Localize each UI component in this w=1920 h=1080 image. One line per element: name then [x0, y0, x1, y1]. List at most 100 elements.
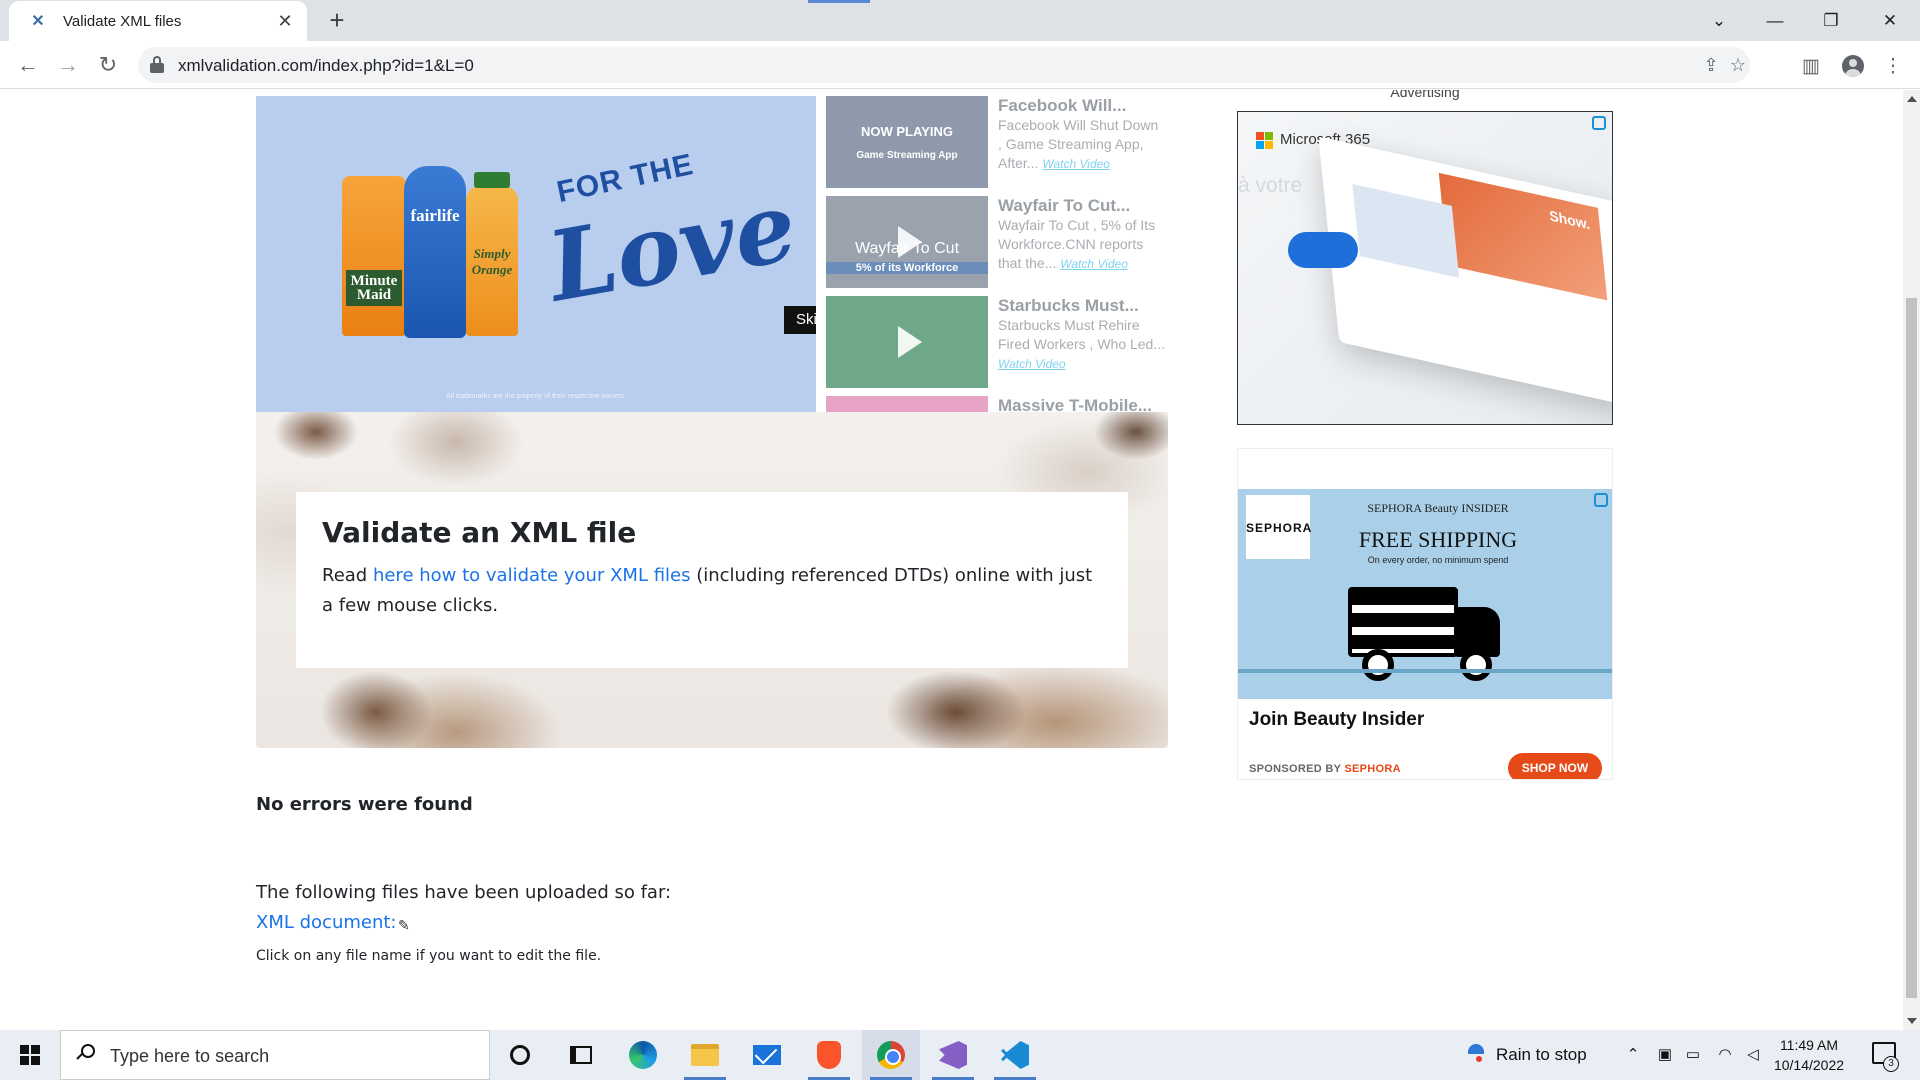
beauty-insider-logo: SEPHORA Beauty INSIDER: [1367, 501, 1509, 515]
url-text[interactable]: xmlvalidation.com/index.php?id=1&L=0: [178, 56, 474, 76]
search-icon: [76, 1044, 95, 1062]
thumbnail-subcaption: 5% of its Workforce: [826, 262, 988, 274]
windows-logo-icon: [20, 1045, 40, 1065]
task-view-icon[interactable]: [552, 1030, 610, 1080]
mail-icon[interactable]: [738, 1030, 796, 1080]
sephora-logo: SEPHORA: [1246, 495, 1311, 559]
volume-muted-icon[interactable]: ◁: [1743, 1045, 1763, 1065]
meet-now-icon[interactable]: ▣: [1655, 1045, 1675, 1065]
video-title[interactable]: Wayfair To Cut...: [998, 196, 1166, 216]
bookmark-star-icon[interactable]: ☆: [1727, 54, 1749, 76]
windows-taskbar: Type here to search Rain to stop ⌃ ▣ ▭ ◠…: [0, 1030, 1920, 1080]
sephora-ad[interactable]: SEPHORA SEPHORA Beauty INSIDER FREE SHIP…: [1237, 448, 1613, 780]
advertising-label: Advertising: [1390, 90, 1460, 100]
hero-card: Validate an XML file Read here how to va…: [296, 492, 1128, 668]
how-to-validate-link[interactable]: here how to validate your XML files: [373, 565, 691, 586]
video-playlist: NOW PLAYING Game Streaming App Facebook …: [826, 96, 1166, 412]
edge-icon[interactable]: [614, 1030, 672, 1080]
chrome-icon[interactable]: [862, 1030, 920, 1080]
restore-button[interactable]: ❐: [1803, 0, 1859, 41]
lock-icon[interactable]: [150, 56, 164, 73]
product-label: Simply Orange: [471, 246, 513, 277]
road-illustration: [1238, 669, 1612, 673]
validation-status: No errors were found: [256, 794, 473, 815]
video-thumbnail[interactable]: NOW PLAYING Game Streaming App: [826, 96, 988, 188]
tab-search-chevron-down-icon[interactable]: ⌄: [1691, 0, 1747, 41]
video-title[interactable]: Massive T-Mobile...: [998, 396, 1166, 412]
notification-count-badge: 3: [1883, 1056, 1899, 1072]
play-icon[interactable]: [898, 326, 922, 358]
adchoices-icon[interactable]: [1592, 116, 1606, 130]
new-tab-button[interactable]: +: [323, 7, 351, 34]
playlist-item[interactable]: Wayfair To Cut 5% of its Workforce Wayfa…: [826, 196, 1166, 288]
profile-avatar-icon[interactable]: [1840, 53, 1866, 79]
forward-button[interactable]: →: [52, 49, 84, 81]
kebab-menu-icon[interactable]: ⋮: [1880, 53, 1906, 79]
visual-studio-icon[interactable]: [924, 1030, 982, 1080]
back-button[interactable]: ←: [12, 49, 44, 81]
product-label: fairlife: [410, 206, 460, 225]
laptop-illustration: Show.: [1318, 136, 1612, 408]
clock-date: 10/14/2022: [1773, 1057, 1845, 1073]
free-shipping-sub: On every order, no minimum spend: [1367, 555, 1509, 565]
minute-maid-carton: Minute Maid: [342, 176, 406, 336]
watch-video-link[interactable]: Watch Video: [998, 357, 1066, 371]
search-placeholder[interactable]: Type here to search: [110, 1046, 269, 1067]
share-icon[interactable]: ⇪: [1700, 54, 1722, 76]
close-window-button[interactable]: ✕: [1862, 0, 1918, 41]
browser-tab[interactable]: ✕ Validate XML files ✕: [9, 1, 307, 41]
tab-close-icon[interactable]: ✕: [275, 11, 295, 31]
video-thumbnail[interactable]: [826, 296, 988, 388]
reload-button[interactable]: ↻: [92, 49, 124, 81]
free-shipping-heading: FREE SHIPPING: [1358, 527, 1518, 552]
ad-faded-text: à votre: [1238, 174, 1303, 197]
xml-document-link[interactable]: XML document:: [256, 912, 397, 933]
sephora-ad-image[interactable]: SEPHORA SEPHORA Beauty INSIDER FREE SHIP…: [1238, 489, 1612, 699]
playlist-item[interactable]: Starbucks Must... Starbucks Must Rehire …: [826, 296, 1166, 388]
video-title[interactable]: Facebook Will...: [998, 96, 1166, 116]
edit-pencil-icon[interactable]: ✎: [398, 917, 410, 934]
battery-icon[interactable]: ▭: [1683, 1045, 1703, 1065]
cortana-icon[interactable]: [491, 1030, 549, 1080]
page-title: Validate an XML file: [322, 516, 637, 549]
address-bar[interactable]: xmlvalidation.com/index.php?id=1&L=0 ⇪ ☆: [138, 47, 1750, 83]
scrollbar-thumb[interactable]: [1906, 298, 1917, 998]
weather-widget[interactable]: Rain to stop: [1468, 1044, 1587, 1066]
page-viewport: Minute Maid fairlife Simply Orange FOR T…: [0, 90, 1903, 1030]
microsoft-365-ad[interactable]: Microsoft 365 à votre Show.: [1237, 111, 1613, 425]
playlist-item[interactable]: NOW PLAYING Game Streaming App Facebook …: [826, 96, 1166, 188]
shop-now-button[interactable]: SHOP NOW: [1508, 753, 1602, 779]
page-scrollbar[interactable]: [1903, 90, 1920, 1030]
skip-ad-button[interactable]: Ski: [784, 306, 816, 334]
vscode-icon[interactable]: [986, 1030, 1044, 1080]
ad-headline[interactable]: Join Beauty Insider: [1249, 709, 1424, 731]
side-panel-icon[interactable]: ▥: [1798, 53, 1824, 79]
trademark-notice: All trademarks are the property of their…: [446, 393, 626, 400]
chevron-up-icon[interactable]: ⌃: [1623, 1045, 1643, 1065]
taskbar-clock[interactable]: 11:49 AM 10/14/2022: [1766, 1035, 1852, 1075]
video-description: Starbucks Must Rehire Fired Workers , Wh…: [998, 317, 1166, 371]
watch-video-link[interactable]: Watch Video: [1060, 257, 1128, 271]
scroll-down-arrow-icon[interactable]: [1907, 1018, 1917, 1024]
video-ad-player[interactable]: Minute Maid fairlife Simply Orange FOR T…: [256, 96, 816, 412]
video-title[interactable]: Starbucks Must...: [998, 296, 1166, 316]
file-explorer-icon[interactable]: [676, 1030, 734, 1080]
watch-video-link[interactable]: Watch Video: [1042, 157, 1110, 171]
clock-time: 11:49 AM: [1779, 1037, 1839, 1053]
video-thumbnail[interactable]: [826, 396, 988, 412]
simply-orange-bottle: Simply Orange: [466, 172, 518, 336]
wifi-icon[interactable]: ◠: [1715, 1045, 1735, 1065]
weather-text: Rain to stop: [1496, 1045, 1587, 1064]
microsoft-logo-icon: [1256, 132, 1273, 149]
minimize-button[interactable]: —: [1747, 0, 1803, 41]
taskbar-search[interactable]: Type here to search: [60, 1030, 490, 1080]
adchoices-icon[interactable]: [1594, 493, 1608, 507]
start-button[interactable]: [0, 1030, 60, 1080]
onedrive-cloud-icon: [1288, 232, 1358, 268]
playlist-item[interactable]: Massive T-Mobile...: [826, 396, 1166, 412]
video-thumbnail[interactable]: Wayfair To Cut 5% of its Workforce: [826, 196, 988, 288]
scroll-up-arrow-icon[interactable]: [1907, 96, 1917, 102]
delivery-truck-icon: [1348, 587, 1508, 681]
brave-icon[interactable]: [800, 1030, 858, 1080]
fairlife-bottle: fairlife: [404, 166, 466, 338]
